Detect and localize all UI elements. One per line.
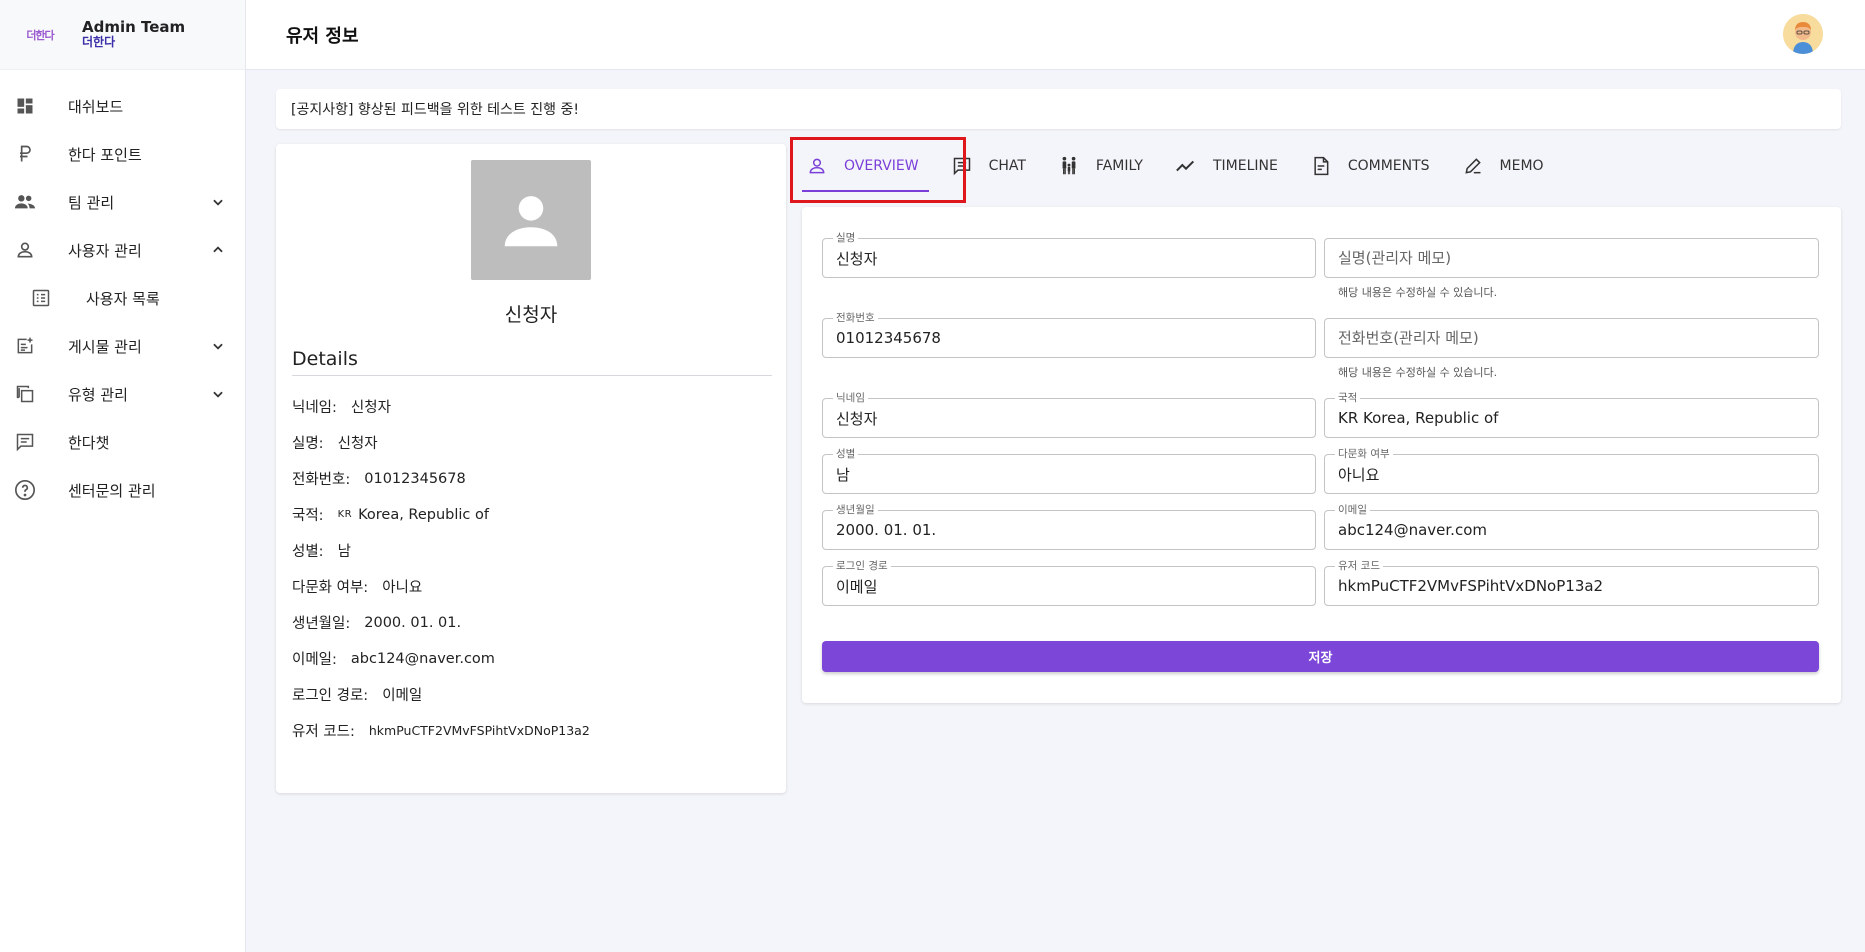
dashboard-icon (14, 95, 36, 117)
sidebar-item-label: 사용자 목록 (86, 289, 160, 308)
sidebar-item-handa-chat[interactable]: 한다챗 (0, 418, 245, 466)
sidebar-item-team[interactable]: 팀 관리 (0, 178, 245, 226)
multicultural-field[interactable]: 다문화 여부 (1324, 448, 1819, 494)
notice-banner: [공지사항] 향상된 피드백을 위한 테스트 진행 중! (276, 89, 1841, 129)
detail-row-phone: 전화번호: 01012345678 (292, 470, 466, 489)
nationality-input[interactable] (1325, 399, 1818, 437)
page-title: 유저 정보 (286, 25, 359, 47)
sidebar-item-handa-point[interactable]: 한다 포인트 (0, 130, 245, 178)
post-add-icon (14, 335, 36, 357)
detail-row-user-code: 유저 코드: hkmPuCTF2VMvFSPihtVxDNoP13a2 (292, 723, 590, 740)
save-button[interactable]: 저장 (822, 641, 1819, 672)
phone-memo-input[interactable] (1325, 319, 1818, 357)
detail-row-birthdate: 생년월일: 2000. 01. 01. (292, 614, 462, 633)
detail-row-email: 이메일: abc124@naver.com (292, 650, 495, 669)
chevron-down-icon (211, 195, 225, 209)
detail-row-multicultural: 다문화 여부: 아니요 (292, 580, 423, 596)
birthdate-field[interactable]: 생년월일 (822, 504, 1316, 550)
chevron-down-icon (211, 387, 225, 401)
tab-timeline[interactable]: TIMELINE (1159, 140, 1294, 192)
nationality-field[interactable]: 국적 (1324, 392, 1819, 438)
user-code-field[interactable]: 유저 코드 (1324, 560, 1819, 606)
avatar[interactable] (1783, 14, 1823, 54)
sidebar-item-label: 한다 포인트 (68, 145, 142, 164)
email-field[interactable]: 이메일 (1324, 504, 1819, 550)
details-divider (292, 375, 772, 376)
real-name-memo-field[interactable] (1324, 238, 1819, 278)
ruble-icon (14, 143, 36, 165)
brand-title: Admin Team (82, 17, 186, 36)
phone-field[interactable]: 전화번호 (822, 312, 1316, 358)
document-icon (1310, 155, 1332, 177)
real-name-memo-input[interactable] (1325, 239, 1818, 277)
sidebar-item-dashboard[interactable]: 대쉬보드 (0, 82, 245, 130)
detail-row-nationality: 국적: KR Korea, Republic of (292, 506, 489, 525)
sidebar-item-label: 센터문의 관리 (68, 481, 156, 500)
multicultural-input[interactable] (1325, 455, 1818, 493)
sidebar-item-type-management[interactable]: 유형 관리 (0, 370, 245, 418)
sidebar-item-user-management[interactable]: 사용자 관리 (0, 226, 245, 274)
detail-row-nickname: 닉네임: 신청자 (292, 400, 391, 416)
person-icon (14, 239, 36, 261)
sidebar-item-center-inquiry[interactable]: 센터문의 관리 (0, 466, 245, 514)
user-code-input[interactable] (1325, 567, 1818, 605)
sidebar-item-label: 유형 관리 (68, 385, 128, 404)
detail-row-gender: 성별: 남 (292, 544, 351, 560)
flag-kr-icon: KR (337, 509, 353, 520)
email-input[interactable] (1325, 511, 1818, 549)
family-icon (1058, 155, 1080, 177)
tab-memo[interactable]: MEMO (1446, 140, 1560, 192)
highlight-annotation (790, 137, 966, 203)
gender-field[interactable]: 성별 (822, 448, 1316, 494)
nickname-input[interactable] (823, 399, 1315, 437)
person-placeholder-icon (504, 196, 558, 247)
profile-photo (471, 160, 591, 280)
detail-row-login-method: 로그인 경로: 이메일 (292, 688, 423, 704)
timeline-icon (1175, 155, 1197, 177)
sidebar-nav: 대쉬보드 한다 포인트 팀 관리 사용자 관리 사용자 목록 게시물 관리 유형… (0, 70, 245, 514)
sidebar-item-label: 대쉬보드 (68, 97, 124, 116)
chevron-down-icon (211, 339, 225, 353)
profile-name: 신청자 (504, 304, 558, 326)
sidebar-item-label: 사용자 관리 (68, 241, 142, 260)
real-name-input[interactable] (823, 239, 1315, 277)
list-icon (30, 287, 52, 309)
sidebar-item-user-list[interactable]: 사용자 목록 (0, 274, 245, 322)
sidebar-item-label: 한다챗 (68, 433, 110, 452)
sidebar-item-label: 게시물 관리 (68, 337, 142, 356)
topbar: 유저 정보 (246, 0, 1865, 70)
help-circle-icon (14, 479, 36, 501)
sidebar-item-post-management[interactable]: 게시물 관리 (0, 322, 245, 370)
pen-icon (1462, 155, 1484, 177)
phone-memo-field[interactable] (1324, 318, 1819, 358)
phone-memo-helper: 해당 내용은 수정하실 수 있습니다. (1338, 366, 1498, 379)
real-name-memo-helper: 해당 내용은 수정하실 수 있습니다. (1338, 286, 1498, 299)
sidebar: 더한다 Admin Team 더한다 대쉬보드 한다 포인트 팀 관리 사용자 … (0, 0, 246, 952)
tab-comments[interactable]: COMMENTS (1294, 140, 1446, 192)
phone-input[interactable] (823, 319, 1315, 357)
gender-input[interactable] (823, 455, 1315, 493)
group-icon (14, 191, 36, 213)
brand-logo: 더한다 (26, 28, 54, 42)
brand-subtitle: 더한다 (82, 34, 116, 49)
login-method-field[interactable]: 로그인 경로 (822, 560, 1316, 606)
overview-form: 실명 해당 내용은 수정하실 수 있습니다. 전화번호 해당 내용은 수정하실 … (802, 207, 1841, 703)
profile-card: 신청자 Details 닉네임: 신청자 실명: 신청자 전화번호: 01012… (276, 144, 786, 793)
detail-row-real-name: 실명: 신청자 (292, 436, 378, 452)
chat-icon (14, 431, 36, 453)
login-method-input[interactable] (823, 567, 1315, 605)
brand[interactable]: 더한다 Admin Team 더한다 (0, 0, 245, 70)
copy-icon (14, 383, 36, 405)
chevron-up-icon (211, 243, 225, 257)
tab-family[interactable]: FAMILY (1042, 140, 1159, 192)
details-title: Details (292, 348, 358, 370)
real-name-field[interactable]: 실명 (822, 232, 1316, 278)
sidebar-item-label: 팀 관리 (68, 193, 115, 212)
nickname-field[interactable]: 닉네임 (822, 392, 1316, 438)
birthdate-input[interactable] (823, 511, 1315, 549)
